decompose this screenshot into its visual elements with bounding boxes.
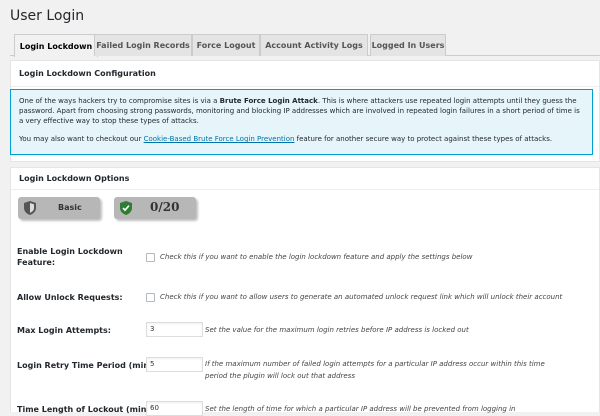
security-score-value: 0/20 <box>150 200 180 214</box>
retry-period-label: Login Retry Time Period (min): <box>17 361 156 370</box>
config-section-title: Login Lockdown Configuration <box>11 61 599 87</box>
info-paragraph-1: One of the ways hackers try to compromis… <box>19 96 584 126</box>
page-title: User Login <box>10 8 85 24</box>
info-text: feature for another secure way to protec… <box>294 135 553 143</box>
info-text: One of the ways hackers try to compromis… <box>19 97 220 105</box>
tab-bar: Login Lockdown Failed Login Records Forc… <box>10 34 600 57</box>
allow-unlock-label: Allow Unlock Requests: <box>17 293 123 302</box>
security-score-badge: 0/20 <box>114 197 196 219</box>
max-attempts-input[interactable]: 3 <box>146 322 203 337</box>
enable-lockdown-checkbox[interactable] <box>146 253 155 262</box>
allow-unlock-checkbox[interactable] <box>146 293 155 302</box>
retry-period-description: If the maximum number of failed login at… <box>205 360 545 380</box>
tab-force-logout[interactable]: Force Logout <box>192 34 260 56</box>
max-attempts-label: Max Login Attempts: <box>17 326 111 335</box>
info-paragraph-2: You may also want to checkout our Cookie… <box>19 134 584 144</box>
enable-lockdown-label: Enable Login Lockdown Feature: <box>17 247 123 267</box>
info-text: You may also want to checkout our <box>19 135 144 143</box>
allow-unlock-description: Check this if you want to allow users to… <box>160 293 563 301</box>
tab-logged-in-users[interactable]: Logged In Users <box>370 34 446 56</box>
options-section-title: Login Lockdown Options <box>11 168 599 190</box>
max-attempts-description: Set the value for the maximum login retr… <box>205 326 469 334</box>
info-bold-text: Brute Force Login Attack <box>219 97 318 105</box>
shield-icon <box>24 200 36 219</box>
security-level-badge: Basic <box>18 197 100 219</box>
tab-failed-login-records[interactable]: Failed Login Records <box>94 34 192 56</box>
cookie-brute-force-link[interactable]: Cookie-Based Brute Force Login Preventio… <box>144 135 295 143</box>
info-box: One of the ways hackers try to compromis… <box>10 89 593 155</box>
tab-login-lockdown[interactable]: Login Lockdown <box>14 34 98 57</box>
lockout-length-description: Set the length of time for which a parti… <box>205 405 516 413</box>
enable-lockdown-description: Check this if you want to enable the log… <box>160 253 473 261</box>
security-level-label: Basic <box>58 203 82 212</box>
tab-account-activity-logs[interactable]: Account Activity Logs <box>260 34 368 56</box>
lockout-length-input[interactable]: 60 <box>146 401 203 416</box>
shield-check-icon <box>120 200 132 219</box>
lockout-length-label: Time Length of Lockout (min): <box>17 405 154 414</box>
retry-period-input[interactable]: 5 <box>146 357 203 372</box>
